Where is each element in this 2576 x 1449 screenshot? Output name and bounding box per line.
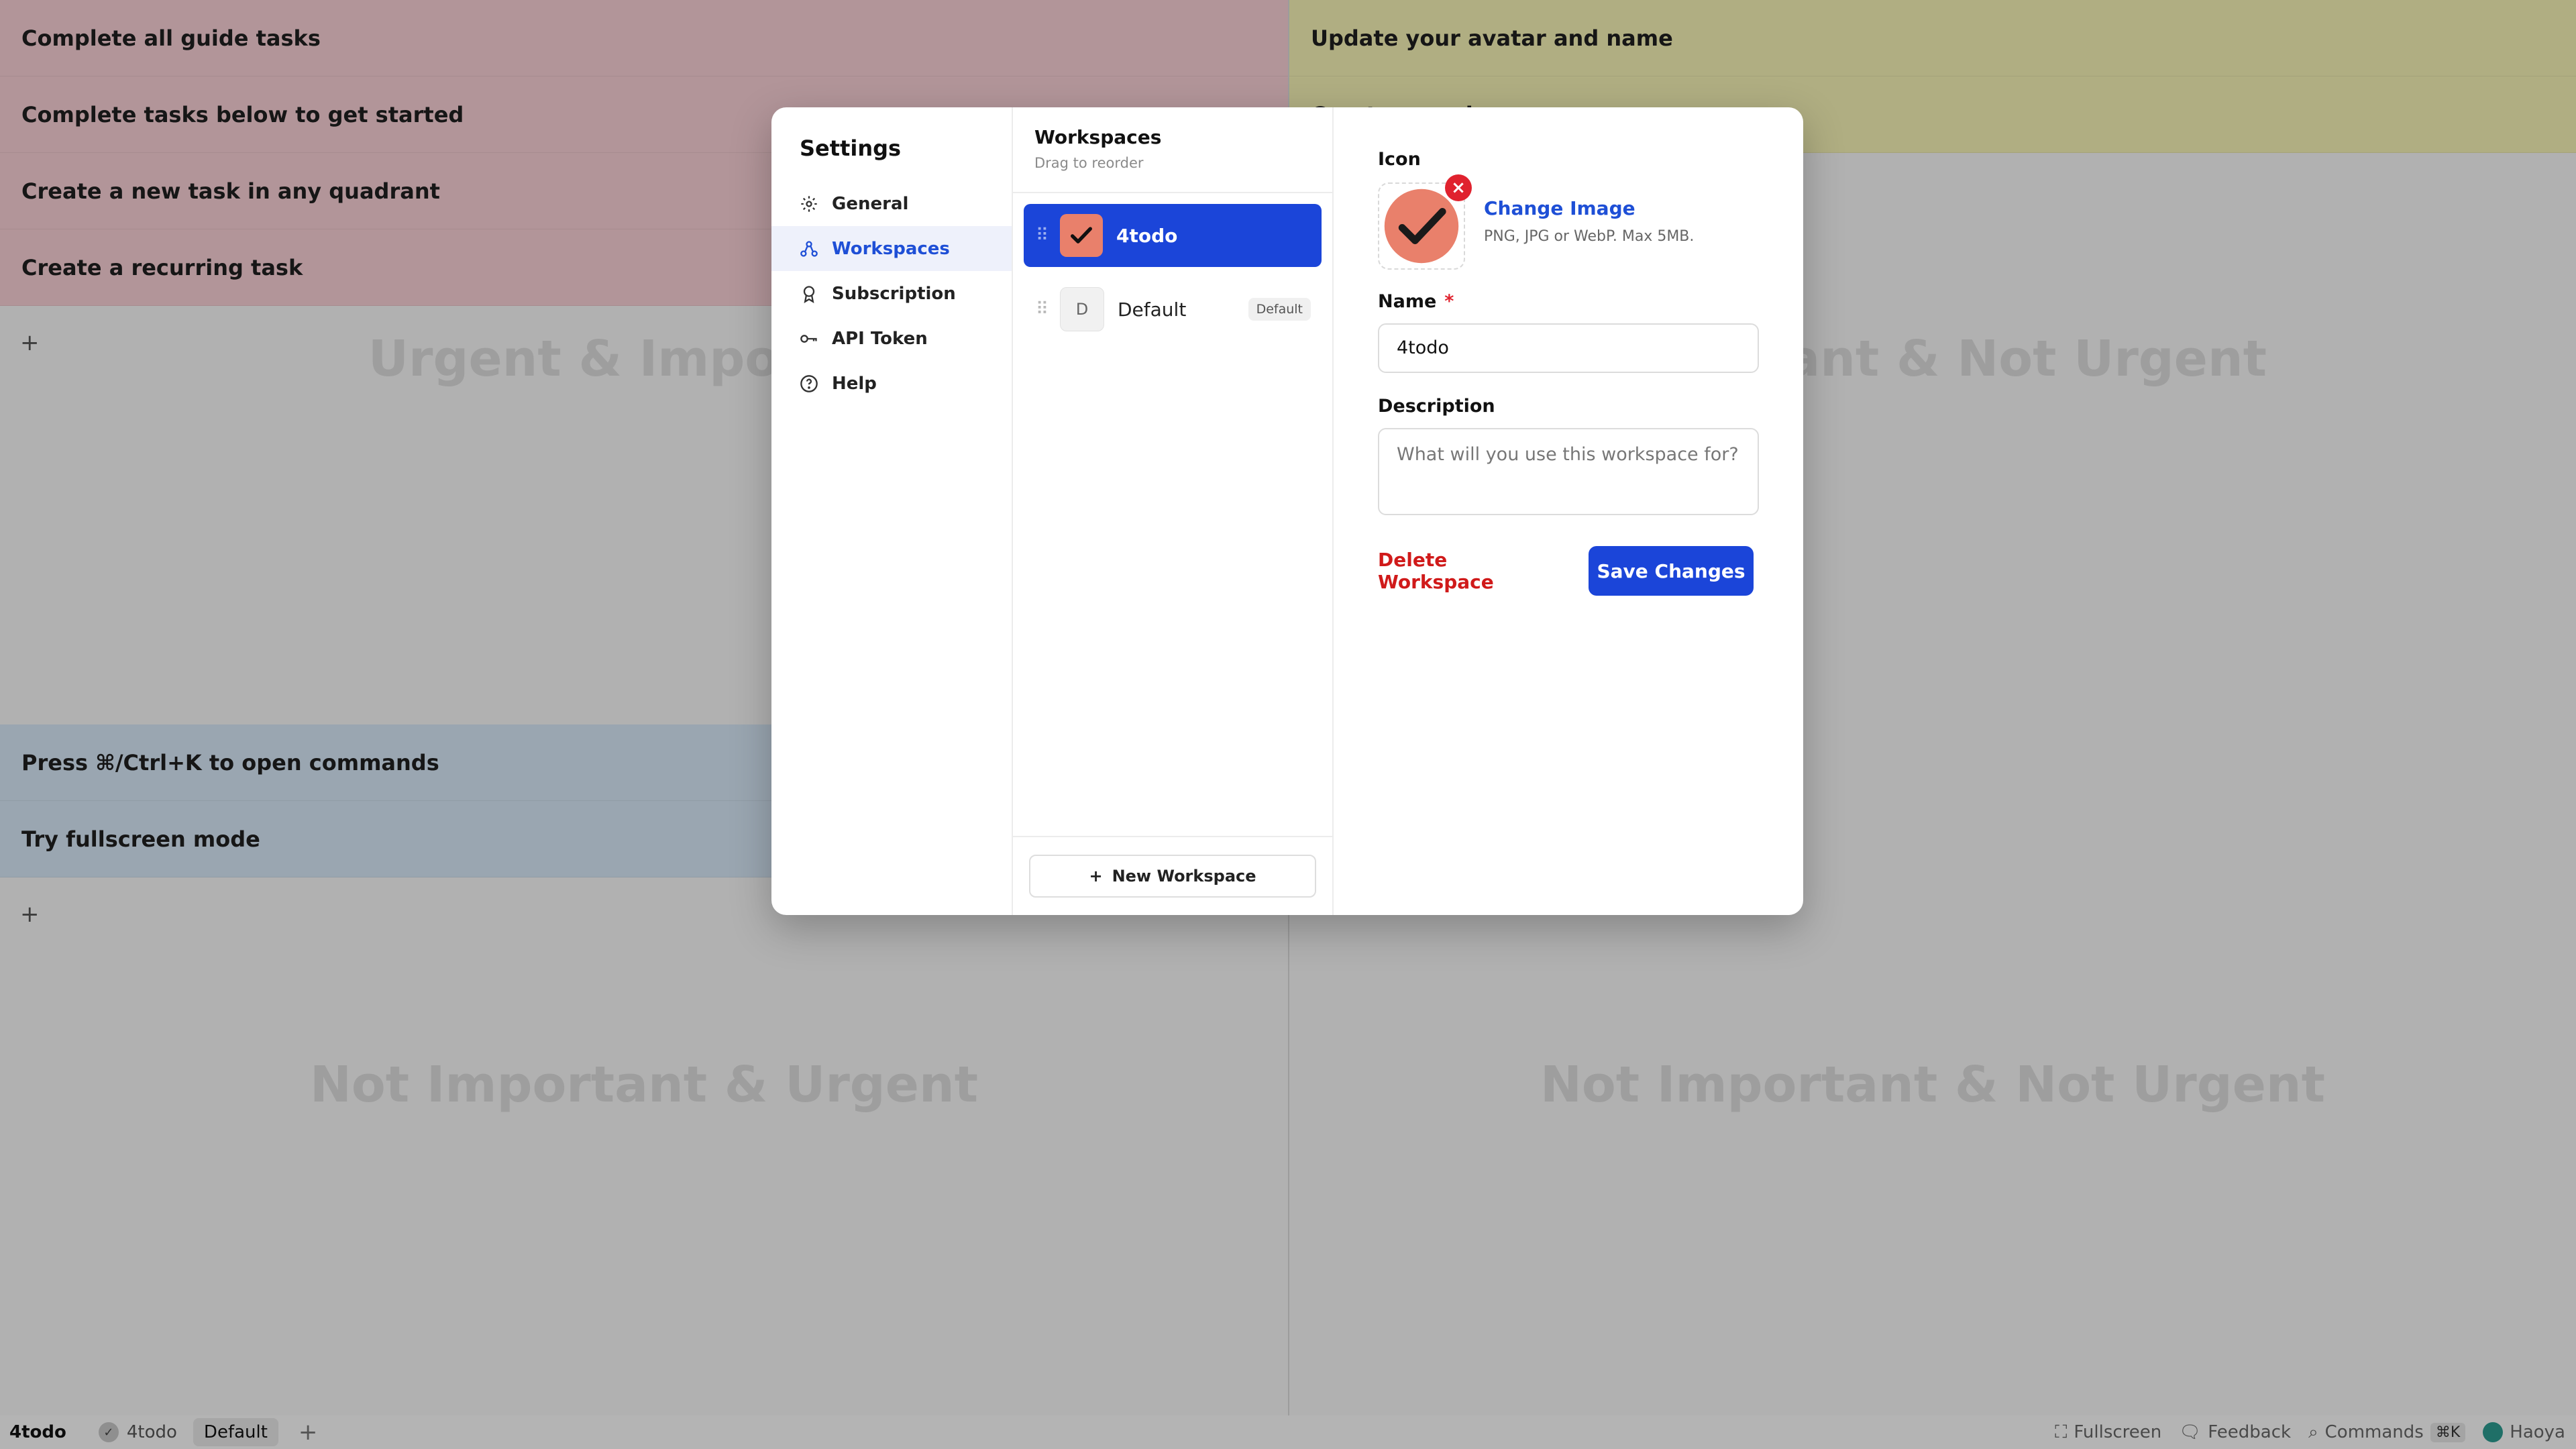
nav-item-general[interactable]: General [771,181,1012,226]
badge-icon [803,285,815,303]
save-changes-button[interactable]: Save Changes [1589,546,1754,596]
nav-item-workspaces[interactable]: Workspaces [771,226,1012,271]
gear-icon [801,195,817,212]
workspace-item-default[interactable]: ⠿ D Default Default [1024,278,1322,341]
key-icon [800,334,817,343]
new-workspace-button[interactable]: + New Workspace [1029,855,1316,898]
settings-modal: Settings General Workspaces Subscription… [771,107,1803,915]
description-label: Description [1378,396,1495,417]
workspace-item-4todo[interactable]: ⠿ 4todo [1024,204,1322,267]
workspace-detail-panel: Icon × Change Image PNG, JPG or WebP. Ma… [1334,107,1803,915]
nav-item-label: Help [832,373,877,394]
workspace-letter-icon: D [1060,287,1104,331]
delete-workspace-button[interactable]: Delete Workspace [1378,546,1496,596]
icon-label: Icon [1378,149,1421,170]
required-mark: * [1444,291,1454,312]
nav-item-help[interactable]: Help [771,361,1012,406]
nav-item-subscription[interactable]: Subscription [771,271,1012,316]
workspace-name: 4todo [1116,224,1178,247]
workspace-icon [1060,214,1103,257]
workspace-list-header: Workspaces Drag to reorder [1013,107,1332,193]
workspace-list-subtitle: Drag to reorder [1034,155,1144,171]
workspaces-icon [800,240,818,257]
workspace-name: Default [1118,298,1187,321]
nav-item-label: Workspaces [832,238,950,259]
checkmark-icon [1071,227,1092,244]
nav-item-label: API Token [832,328,928,349]
image-hint: PNG, JPG or WebP. Max 5MB. [1484,228,1695,245]
remove-image-button[interactable]: × [1445,174,1472,201]
settings-title: Settings [800,136,902,161]
name-label: Name * [1378,291,1454,312]
plus-icon: + [1089,867,1103,885]
nav-item-api-token[interactable]: API Token [771,316,1012,361]
new-workspace-label: New Workspace [1112,867,1256,885]
default-badge: Default [1248,298,1311,321]
drag-handle-icon[interactable]: ⠿ [1036,299,1060,319]
nav-item-label: Subscription [832,283,956,304]
name-label-text: Name [1378,291,1437,312]
change-image-link[interactable]: Change Image [1484,197,1635,219]
workspace-name-input[interactable]: 4todo [1378,323,1759,373]
drag-handle-icon[interactable]: ⠿ [1036,225,1060,246]
description-textarea[interactable]: What will you use this workspace for? [1378,428,1759,515]
settings-nav: Settings General Workspaces Subscription… [771,107,1013,915]
workspace-list-footer: + New Workspace [1013,836,1332,915]
help-icon [800,374,818,392]
nav-item-label: General [832,193,909,214]
workspace-list-title: Workspaces [1034,126,1162,148]
workspace-list-panel: Workspaces Drag to reorder ⠿ 4todo ⠿ D D… [1013,107,1334,915]
